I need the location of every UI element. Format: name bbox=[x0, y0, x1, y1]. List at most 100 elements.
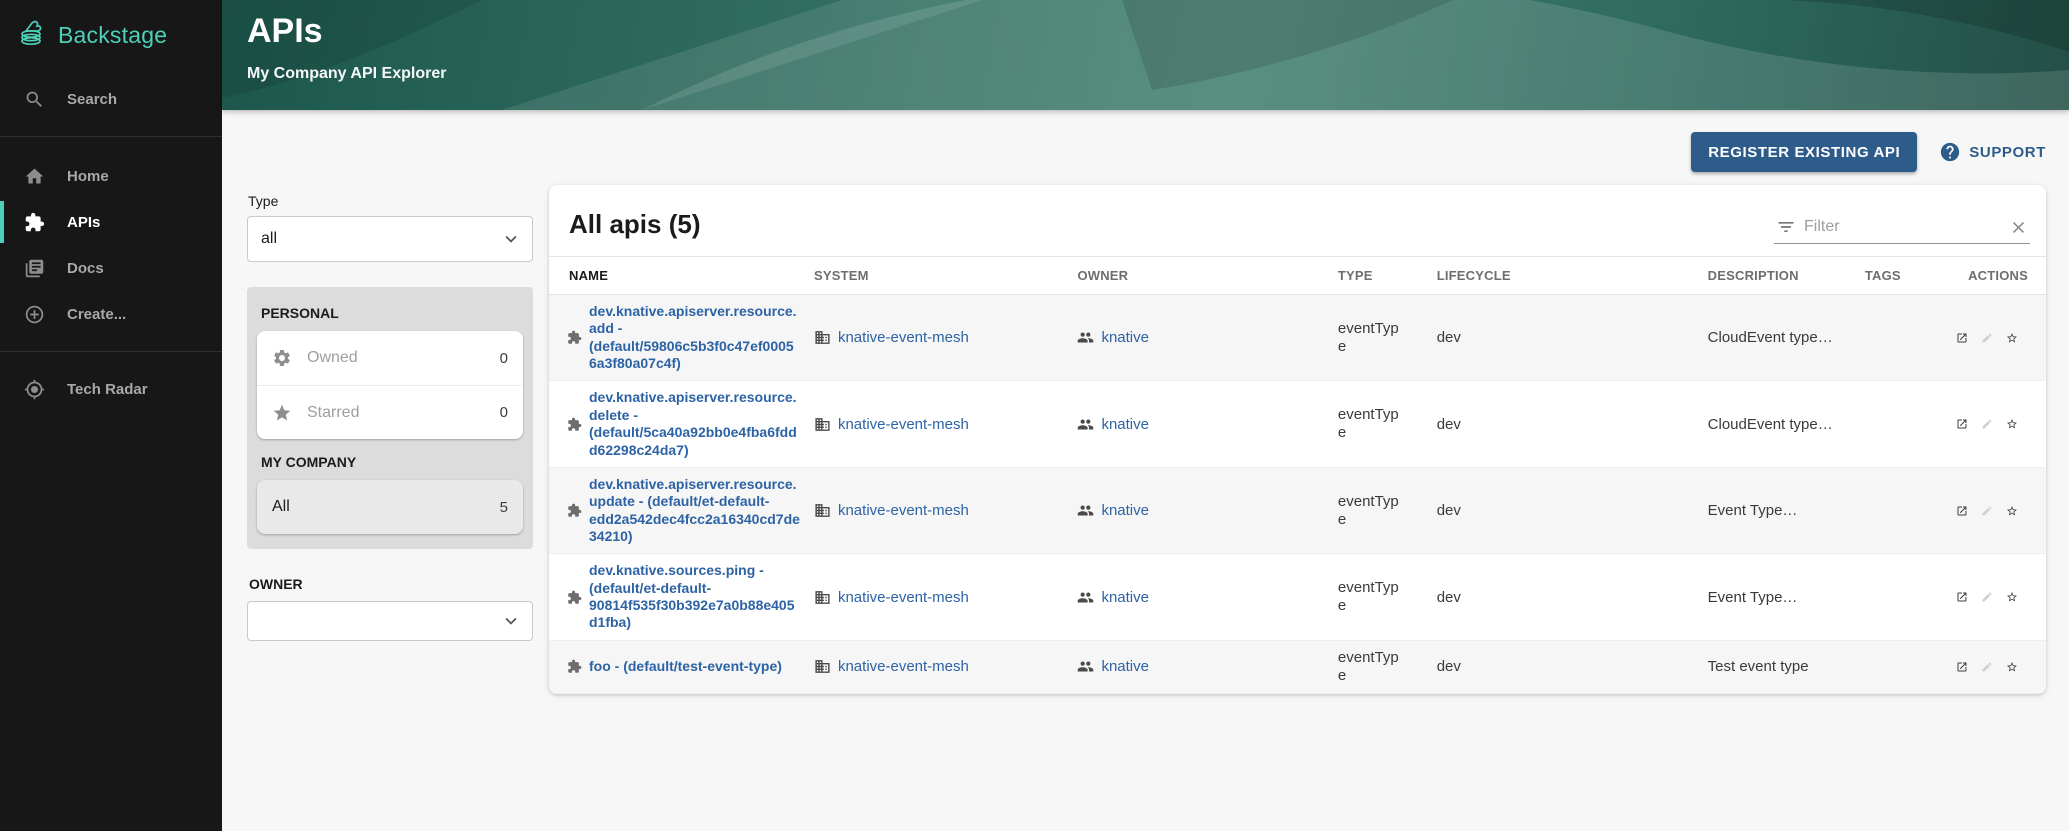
sidebar-item-search[interactable]: Search bbox=[0, 76, 222, 122]
support-button[interactable]: SUPPORT bbox=[1939, 141, 2046, 163]
column-header-name[interactable]: NAME bbox=[549, 257, 814, 295]
edit-icon[interactable] bbox=[1981, 587, 1993, 607]
tags-value bbox=[1865, 640, 1956, 693]
lifecycle-value: dev bbox=[1437, 640, 1708, 693]
filter-item-starred[interactable]: Starred 0 bbox=[257, 385, 523, 439]
star-border-icon[interactable] bbox=[2006, 657, 2018, 677]
open-in-new-icon[interactable] bbox=[1956, 414, 1968, 434]
column-header-type[interactable]: TYPE bbox=[1338, 257, 1437, 295]
owner-link[interactable]: knative bbox=[1101, 502, 1149, 519]
star-border-icon[interactable] bbox=[2006, 501, 2018, 521]
edit-icon[interactable] bbox=[1981, 328, 1993, 348]
api-name-link[interactable]: dev.knative.apiserver.resource.delete - … bbox=[589, 389, 801, 458]
lifecycle-value: dev bbox=[1437, 554, 1708, 640]
sidebar-item-apis[interactable]: APIs bbox=[0, 199, 222, 245]
type-value: eventType bbox=[1338, 649, 1402, 685]
type-value: eventType bbox=[1338, 579, 1402, 615]
description-value: Event Type… bbox=[1708, 554, 1865, 640]
sidebar-item-label: Home bbox=[67, 168, 109, 185]
type-select-value: all bbox=[261, 230, 277, 248]
backstage-logo[interactable]: Backstage bbox=[0, 0, 222, 70]
search-icon bbox=[24, 89, 45, 110]
star-border-icon[interactable] bbox=[2006, 587, 2018, 607]
owner-filter-label: OWNER bbox=[249, 576, 533, 592]
type-select[interactable]: all bbox=[247, 216, 533, 262]
system-link[interactable]: knative-event-mesh bbox=[838, 416, 969, 433]
filter-item-count: 5 bbox=[500, 499, 508, 516]
puzzle-icon bbox=[567, 659, 582, 674]
edit-icon[interactable] bbox=[1981, 414, 1993, 434]
system-link[interactable]: knative-event-mesh bbox=[838, 589, 969, 606]
column-header-tags[interactable]: TAGS bbox=[1865, 257, 1956, 295]
lifecycle-value: dev bbox=[1437, 467, 1708, 553]
system-icon bbox=[814, 502, 831, 519]
api-name-link[interactable]: dev.knative.apiserver.resource.add - (de… bbox=[589, 303, 801, 372]
open-in-new-icon[interactable] bbox=[1956, 328, 1968, 348]
open-in-new-icon[interactable] bbox=[1956, 587, 1968, 607]
api-name-link[interactable]: foo - (default/test-event-type) bbox=[589, 658, 782, 675]
clear-filter-icon[interactable] bbox=[2009, 218, 2028, 237]
tags-value bbox=[1865, 295, 1956, 381]
docs-icon bbox=[24, 258, 45, 279]
system-link[interactable]: knative-event-mesh bbox=[838, 502, 969, 519]
edit-icon[interactable] bbox=[1981, 501, 1993, 521]
filter-list-icon bbox=[1776, 217, 1796, 237]
owner-link[interactable]: knative bbox=[1101, 589, 1149, 606]
system-icon bbox=[814, 416, 831, 433]
filter-item-count: 0 bbox=[500, 404, 508, 421]
sidebar-item-label: Tech Radar bbox=[67, 381, 148, 398]
column-header-lifecycle[interactable]: LIFECYCLE bbox=[1437, 257, 1708, 295]
api-name-link[interactable]: dev.knative.apiserver.resource.update - … bbox=[589, 476, 801, 545]
owner-link[interactable]: knative bbox=[1101, 658, 1149, 675]
edit-icon[interactable] bbox=[1981, 657, 1993, 677]
sidebar-item-label: Docs bbox=[67, 260, 104, 277]
app-root: Backstage Search Home APIs Docs Create..… bbox=[0, 0, 2069, 831]
description-value: Event Type… bbox=[1708, 467, 1865, 553]
sidebar-item-tech-radar[interactable]: Tech Radar bbox=[0, 366, 222, 412]
owner-link[interactable]: knative bbox=[1101, 329, 1149, 346]
filter-item-all[interactable]: All 5 bbox=[257, 480, 523, 534]
group-icon bbox=[1077, 329, 1094, 346]
column-header-actions: ACTIONS bbox=[1956, 257, 2046, 295]
sidebar-item-create[interactable]: Create... bbox=[0, 291, 222, 337]
owner-link[interactable]: knative bbox=[1101, 416, 1149, 433]
type-value: eventType bbox=[1338, 320, 1402, 356]
type-value: eventType bbox=[1338, 406, 1402, 442]
puzzle-icon bbox=[567, 590, 582, 605]
lifecycle-value: dev bbox=[1437, 381, 1708, 467]
table-row: dev.knative.apiserver.resource.delete - … bbox=[549, 381, 2046, 467]
help-icon bbox=[1939, 141, 1961, 163]
filter-item-label: All bbox=[272, 498, 485, 516]
filter-item-owned[interactable]: Owned 0 bbox=[257, 331, 523, 385]
column-header-description[interactable]: DESCRIPTION bbox=[1708, 257, 1865, 295]
system-link[interactable]: knative-event-mesh bbox=[838, 329, 969, 346]
system-link[interactable]: knative-event-mesh bbox=[838, 658, 969, 675]
chevron-down-icon bbox=[500, 228, 522, 250]
system-icon bbox=[814, 589, 831, 606]
backstage-logo-text: Backstage bbox=[58, 22, 167, 49]
filter-item-label: Starred bbox=[307, 404, 485, 422]
open-in-new-icon[interactable] bbox=[1956, 501, 1968, 521]
api-table-card: All apis (5) bbox=[549, 185, 2046, 694]
column-header-owner[interactable]: OWNER bbox=[1077, 257, 1337, 295]
sidebar-item-docs[interactable]: Docs bbox=[0, 245, 222, 291]
register-existing-api-button[interactable]: REGISTER EXISTING API bbox=[1691, 132, 1917, 172]
column-header-system[interactable]: SYSTEM bbox=[814, 257, 1077, 295]
api-name-link[interactable]: dev.knative.sources.ping - (default/et-d… bbox=[589, 562, 801, 631]
add-circle-icon bbox=[24, 304, 45, 325]
api-table: NAME SYSTEM OWNER TYPE LIFECYCLE DESCRIP… bbox=[549, 256, 2046, 694]
owner-select[interactable] bbox=[247, 601, 533, 641]
radar-icon bbox=[24, 379, 45, 400]
gear-icon bbox=[272, 348, 292, 368]
table-row: dev.knative.apiserver.resource.update - … bbox=[549, 467, 2046, 553]
table-filter-input[interactable] bbox=[1804, 218, 2001, 236]
open-in-new-icon[interactable] bbox=[1956, 657, 1968, 677]
personal-group-label: PERSONAL bbox=[256, 296, 524, 331]
group-icon bbox=[1077, 502, 1094, 519]
description-value: CloudEvent type… bbox=[1708, 381, 1865, 467]
company-group-card: All 5 bbox=[257, 480, 523, 534]
star-border-icon[interactable] bbox=[2006, 328, 2018, 348]
star-border-icon[interactable] bbox=[2006, 414, 2018, 434]
sidebar-item-home[interactable]: Home bbox=[0, 153, 222, 199]
table-row: foo - (default/test-event-type) knative-… bbox=[549, 640, 2046, 693]
